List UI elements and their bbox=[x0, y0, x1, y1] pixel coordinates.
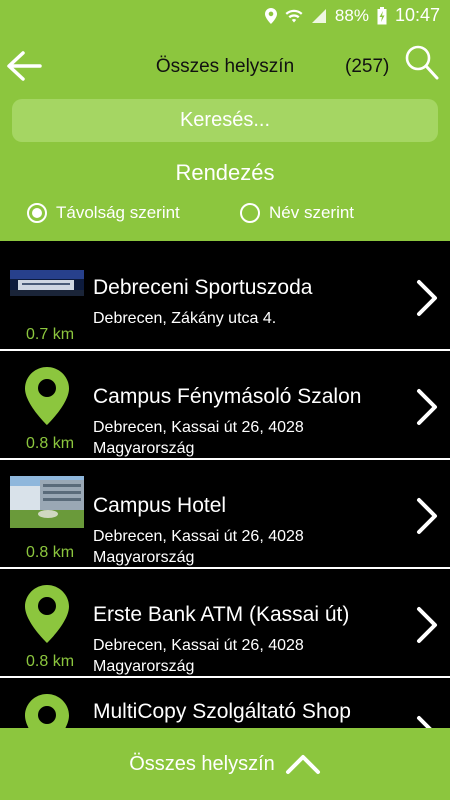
chevron-right-icon[interactable] bbox=[414, 387, 440, 427]
footer-label: Összes helyszín bbox=[129, 752, 275, 775]
location-name: Campus Fénymásoló Szalon bbox=[93, 385, 362, 408]
list-item[interactable]: Erste Bank ATM (Kassai út) Debrecen, Kas… bbox=[0, 569, 450, 678]
location-name: Debreceni Sportuszoda bbox=[93, 276, 313, 299]
status-bar: 88% 10:47 bbox=[0, 0, 450, 30]
header-area: 88% 10:47 Összes helyszín (257) Keresés.… bbox=[0, 0, 450, 241]
sort-by-name-radio[interactable]: Név szerint bbox=[240, 203, 354, 223]
location-count: (257) bbox=[345, 56, 390, 77]
app-bar: Összes helyszín (257) bbox=[0, 36, 450, 92]
location-distance: 0.8 km bbox=[26, 653, 75, 670]
building-photo bbox=[10, 270, 84, 296]
chevron-right-icon[interactable] bbox=[414, 605, 440, 645]
chevron-up-icon bbox=[285, 755, 320, 774]
location-distance: 0.7 km bbox=[26, 326, 75, 343]
location-distance: 0.8 km bbox=[26, 435, 75, 452]
radio-unchecked-icon bbox=[240, 203, 260, 223]
location-address: Debrecen, Kassai út 26, 4028 Magyarorszá… bbox=[93, 637, 304, 675]
sort-by-distance-radio[interactable]: Távolság szerint bbox=[27, 203, 180, 223]
list-item[interactable]: Campus Fénymásoló Szalon Debrecen, Kassa… bbox=[0, 351, 450, 460]
location-address: Debrecen, Zákány utca 4. bbox=[93, 310, 277, 327]
list-item[interactable]: Debreceni Sportuszoda Debrecen, Zákány u… bbox=[0, 242, 450, 351]
sort-by-distance-label: Távolság szerint bbox=[56, 203, 180, 222]
map-pin-icon bbox=[25, 585, 69, 643]
location-address: Debrecen, Kassai út 26, 4028 Magyarorszá… bbox=[93, 528, 304, 566]
radio-checked-icon bbox=[27, 203, 47, 223]
location-list: Debreceni Sportuszoda Debrecen, Zákány u… bbox=[0, 242, 450, 787]
location-distance: 0.8 km bbox=[26, 544, 75, 561]
hotel-photo bbox=[10, 476, 84, 528]
clock: 10:47 bbox=[394, 5, 440, 25]
location-address: Debrecen, Kassai út 26, 4028 Magyarorszá… bbox=[93, 419, 304, 457]
map-pin-icon bbox=[25, 367, 69, 425]
all-locations-footer-button[interactable]: Összes helyszín bbox=[0, 728, 450, 800]
sort-title: Rendezés bbox=[175, 160, 275, 185]
battery-text: 88% bbox=[334, 5, 369, 25]
signal-icon bbox=[311, 8, 326, 23]
chevron-right-icon[interactable] bbox=[414, 496, 440, 536]
wifi-icon bbox=[285, 9, 303, 22]
search-input[interactable]: Keresés... bbox=[12, 99, 438, 142]
sort-by-name-label: Név szerint bbox=[269, 203, 355, 222]
location-name: MultiCopy Szolgáltató Shop bbox=[93, 700, 351, 723]
battery-charging-icon bbox=[377, 6, 387, 24]
location-name: Campus Hotel bbox=[93, 494, 227, 517]
location-name: Erste Bank ATM (Kassai út) bbox=[93, 603, 350, 626]
chevron-right-icon[interactable] bbox=[414, 278, 440, 318]
search-icon[interactable] bbox=[404, 44, 440, 82]
location-icon bbox=[264, 7, 277, 24]
list-item[interactable]: Campus Hotel Debrecen, Kassai út 26, 402… bbox=[0, 460, 450, 569]
